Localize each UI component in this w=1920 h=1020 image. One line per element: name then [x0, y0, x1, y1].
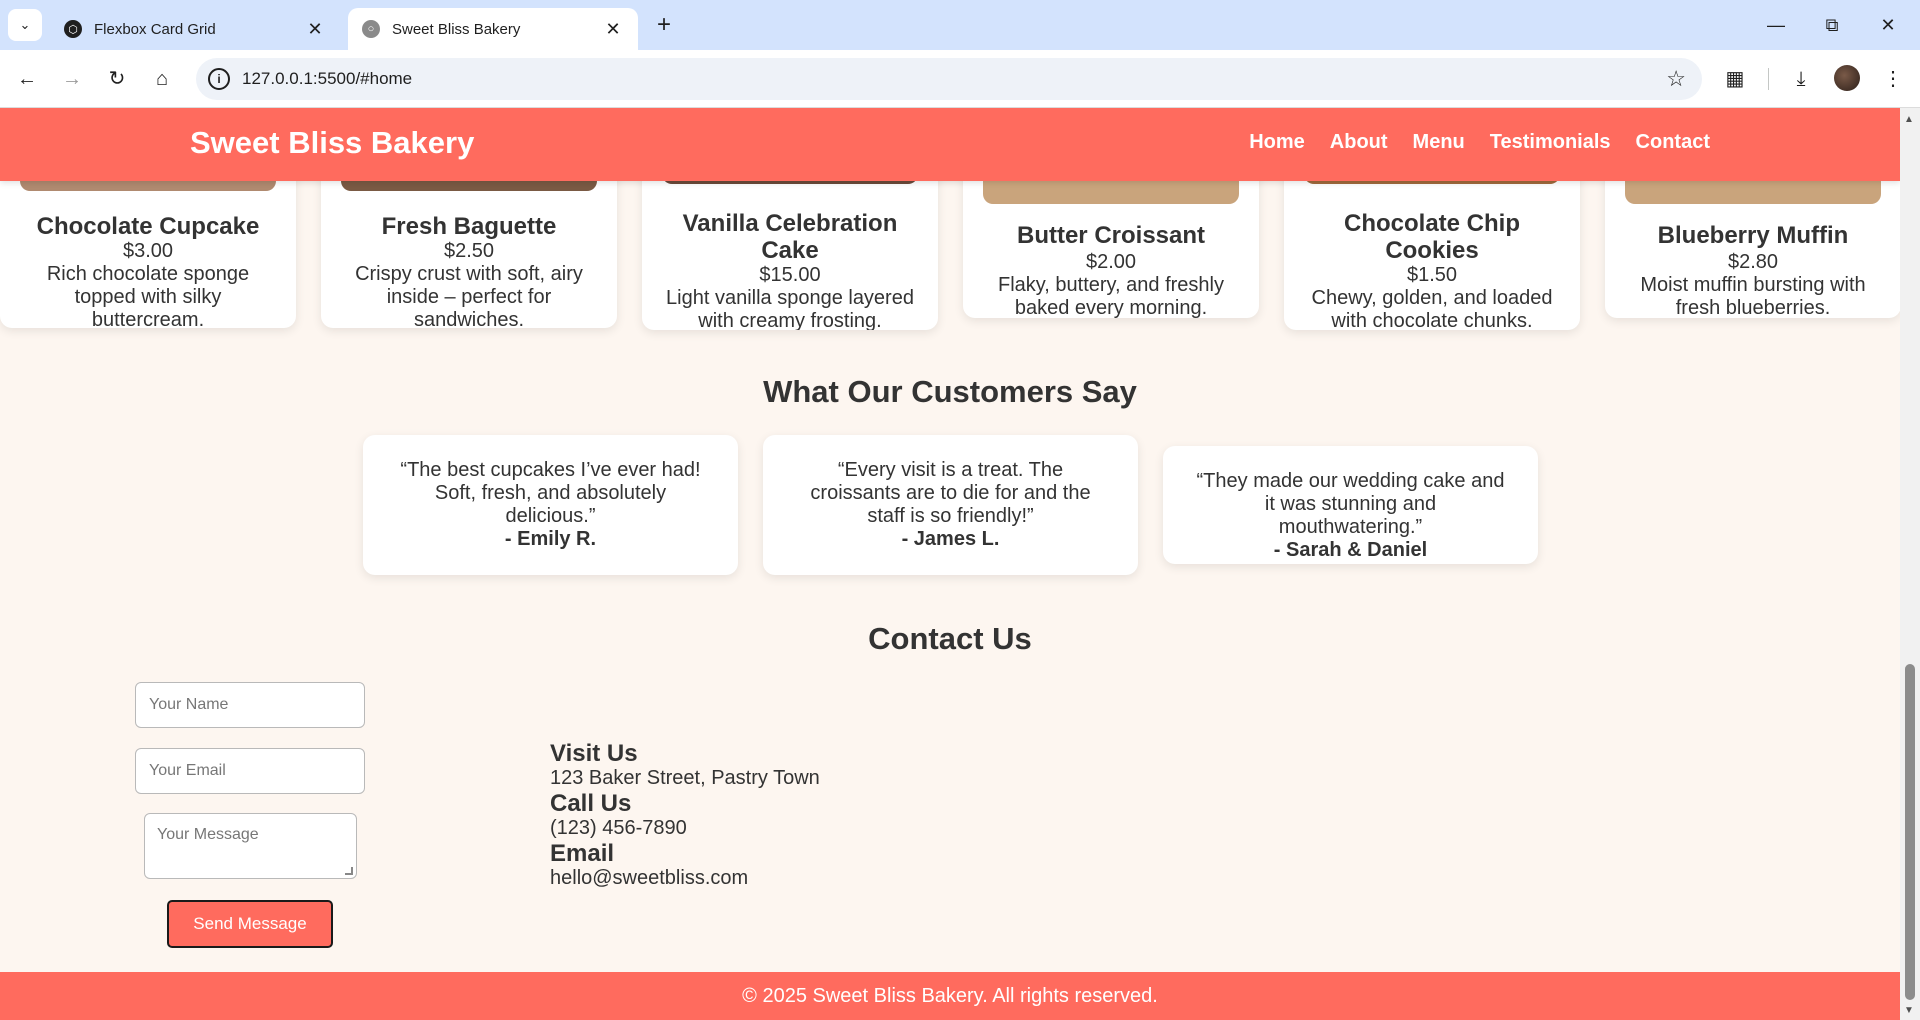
resize-handle-icon[interactable] — [345, 867, 353, 875]
testimonial-card: “Every visit is a treat. The croissants … — [763, 435, 1138, 575]
testimonials-heading: What Our Customers Say — [763, 374, 1137, 409]
product-name: Chocolate Cupcake — [36, 213, 260, 240]
nav-menu[interactable]: Menu — [1413, 131, 1465, 154]
product-price: $1.50 — [1406, 264, 1458, 286]
testimonial-author: - James L. — [901, 528, 1000, 550]
close-icon[interactable]: ✕ — [602, 19, 624, 40]
product-name: Fresh Baguette — [381, 213, 557, 240]
site-logo[interactable]: Sweet Bliss Bakery — [190, 125, 474, 161]
copyright-text: © 2025 Sweet Bliss Bakery. All rights re… — [742, 985, 1158, 1007]
nav-testimonials[interactable]: Testimonials — [1490, 131, 1611, 154]
home-icon[interactable]: ⌂ — [145, 62, 179, 96]
product-description: Light vanilla sponge layered with creamy… — [666, 287, 914, 330]
testimonial-author: - Sarah & Daniel — [1273, 539, 1428, 561]
product-name: Blueberry Muffin — [1657, 222, 1849, 249]
restore-icon[interactable]: ⧉ — [1812, 10, 1852, 40]
phone-text: (123) 456-7890 — [550, 817, 687, 839]
main-nav: Home About Menu Testimonials Contact — [1249, 131, 1710, 154]
reload-icon[interactable]: ↻ — [100, 62, 134, 96]
site-footer: © 2025 Sweet Bliss Bakery. All rights re… — [0, 972, 1900, 1020]
tab-title: Sweet Bliss Bakery — [392, 20, 521, 38]
minimize-icon[interactable]: — — [1756, 10, 1796, 40]
send-message-button[interactable]: Send Message — [167, 900, 333, 948]
window-close-icon[interactable]: ✕ — [1868, 10, 1908, 40]
extensions-icon[interactable]: ▦ — [1718, 62, 1752, 96]
email-text: hello@sweetbliss.com — [550, 867, 749, 889]
more-menu-icon[interactable]: ⋮ — [1876, 62, 1910, 96]
url-text[interactable]: 127.0.0.1:5500/#home — [242, 69, 412, 89]
product-name: Chocolate Chip Cookies — [1343, 210, 1520, 264]
product-price: $2.80 — [1727, 251, 1779, 273]
visit-label: Visit Us — [550, 740, 638, 767]
tab-sweet-bliss-bakery[interactable]: ○ Sweet Bliss Bakery ✕ — [348, 8, 638, 50]
tab-flexbox-card-grid[interactable]: ⬡ Flexbox Card Grid ✕ — [50, 8, 340, 50]
back-icon[interactable]: ← — [10, 62, 44, 96]
product-name: Vanilla Celebration Cake — [682, 210, 898, 264]
message-textarea[interactable] — [144, 813, 357, 879]
close-icon[interactable]: ✕ — [304, 19, 326, 40]
new-tab-button[interactable]: + — [650, 12, 678, 40]
product-price: $15.00 — [759, 264, 821, 286]
name-input[interactable] — [135, 682, 365, 728]
codepen-icon: ⬡ — [64, 20, 82, 38]
tab-search-button[interactable]: ⌄ — [8, 9, 42, 41]
product-description: Crispy crust with soft, airy inside – pe… — [355, 263, 583, 328]
globe-icon: ○ — [362, 20, 380, 38]
bookmark-star-icon[interactable]: ☆ — [1666, 66, 1686, 92]
tab-strip: ⌄ ⬡ Flexbox Card Grid ✕ ○ Sweet Bliss Ba… — [0, 0, 1920, 50]
testimonial-card: “The best cupcakes I’ve ever had! Soft, … — [363, 435, 738, 575]
scroll-up-arrow-icon[interactable]: ▲ — [1904, 114, 1914, 125]
contact-info: Visit Us 123 Baker Street, Pastry Town C… — [550, 740, 820, 890]
download-icon[interactable]: ⤓ — [1784, 62, 1818, 96]
product-price: $2.00 — [1085, 251, 1137, 273]
chevron-down-icon: ⌄ — [19, 17, 31, 32]
call-label: Call Us — [550, 790, 632, 817]
product-name: Butter Croissant — [1016, 222, 1206, 249]
page-viewport: Sweet Bliss Bakery Home About Menu Testi… — [0, 108, 1900, 1020]
tab-title: Flexbox Card Grid — [94, 20, 216, 38]
testimonial-card: “They made our wedding cake and it was s… — [1163, 446, 1538, 564]
nav-about[interactable]: About — [1330, 131, 1388, 154]
site-info-icon[interactable]: i — [208, 68, 230, 90]
testimonial-author: - Emily R. — [504, 528, 597, 550]
vertical-scrollbar[interactable]: ▲ ▼ — [1900, 108, 1920, 1020]
product-price: $3.00 — [122, 240, 174, 262]
forward-icon[interactable]: → — [55, 62, 89, 96]
product-description: Rich chocolate sponge topped with silky … — [46, 263, 250, 328]
scroll-down-arrow-icon[interactable]: ▼ — [1904, 1005, 1914, 1016]
product-description: Chewy, golden, and loaded with chocolate… — [1311, 287, 1553, 330]
nav-home[interactable]: Home — [1249, 131, 1305, 154]
toolbar-divider — [1768, 68, 1769, 90]
product-description: Moist muffin bursting with fresh blueber… — [1640, 274, 1866, 318]
product-description: Flaky, buttery, and freshly baked every … — [997, 274, 1224, 318]
scrollbar-thumb[interactable] — [1905, 664, 1915, 1000]
testimonial-quote: “Every visit is a treat. The croissants … — [810, 459, 1091, 527]
browser-toolbar: ← → ↻ ⌂ i 127.0.0.1:5500/#home ☆ ▦ ⤓ ⋮ — [0, 50, 1920, 108]
address-text: 123 Baker Street, Pastry Town — [550, 767, 820, 789]
product-price: $2.50 — [443, 240, 495, 262]
testimonial-quote: “The best cupcakes I’ve ever had! Soft, … — [400, 459, 701, 527]
testimonial-quote: “They made our wedding cake and it was s… — [1196, 470, 1505, 538]
email-input[interactable] — [135, 748, 365, 794]
contact-heading: Contact Us — [868, 621, 1032, 656]
email-label: Email — [550, 840, 615, 867]
profile-avatar[interactable] — [1834, 65, 1860, 91]
nav-contact[interactable]: Contact — [1636, 131, 1710, 154]
site-header: Sweet Bliss Bakery Home About Menu Testi… — [0, 108, 1900, 181]
address-bar[interactable]: i 127.0.0.1:5500/#home ☆ — [196, 58, 1702, 100]
